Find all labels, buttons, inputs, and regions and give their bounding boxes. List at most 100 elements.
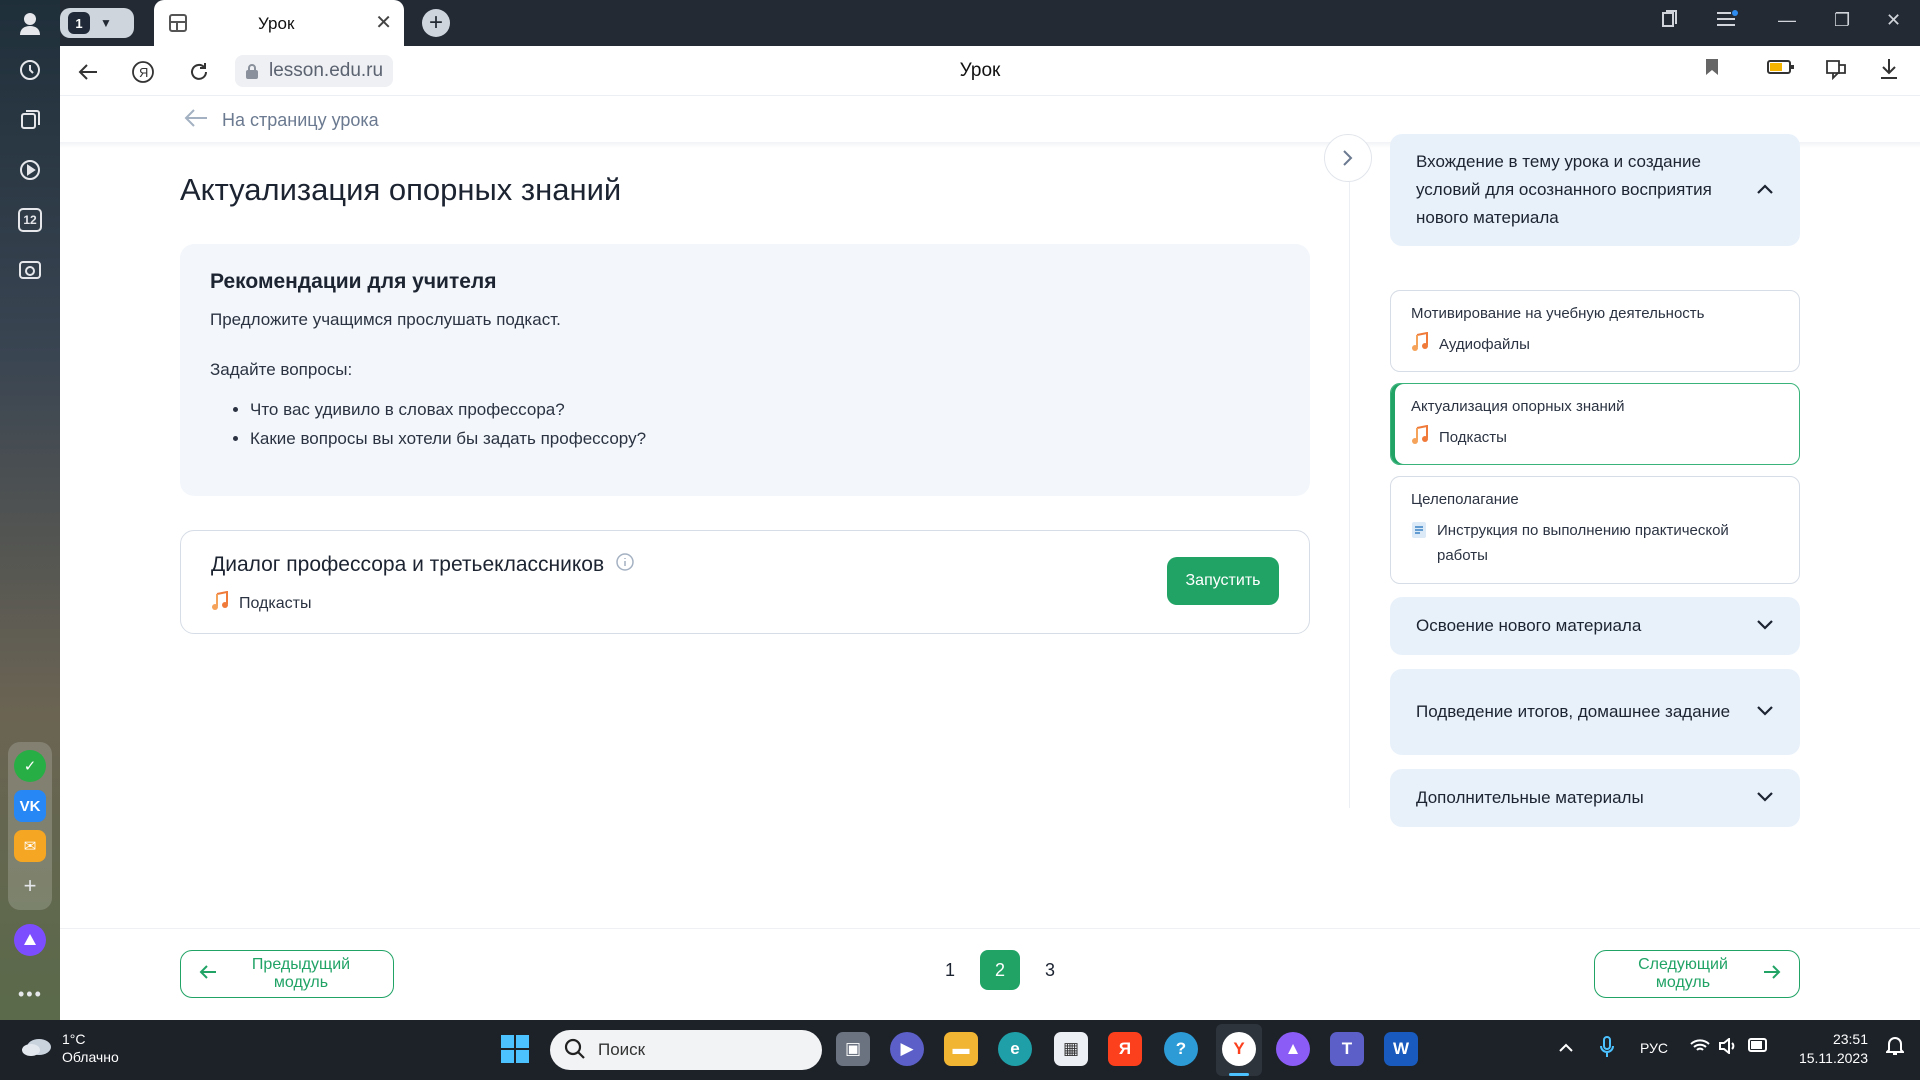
window-close-icon[interactable]: ✕ <box>1886 10 1901 31</box>
list-item: Что вас удивило в словах профессора? <box>250 400 1280 420</box>
prev-module-button[interactable]: Предыдущий модуль <box>180 950 394 998</box>
document-icon <box>1411 521 1427 547</box>
cloud-icon <box>20 1034 54 1062</box>
arrow-left-icon <box>184 108 208 133</box>
run-button[interactable]: Запустить <box>1167 557 1279 605</box>
weather-text: Облачно <box>62 1049 119 1065</box>
alice-taskbar-icon[interactable]: ▲ <box>1276 1032 1310 1066</box>
battery-saver-icon[interactable] <box>1767 58 1795 81</box>
close-icon[interactable]: ✕ <box>375 10 392 35</box>
taskbar-search[interactable]: Поиск <box>550 1030 822 1070</box>
panel-divider <box>1349 182 1350 808</box>
file-explorer-icon[interactable]: ▬ <box>944 1032 978 1066</box>
chevron-up-icon[interactable] <box>1558 1040 1574 1056</box>
tab-active[interactable]: Урок ✕ <box>154 0 404 46</box>
mail-app-icon[interactable]: ✉ <box>14 830 46 862</box>
new-tab-button[interactable]: + <box>422 9 450 37</box>
list-item: Какие вопросы вы хотели бы задать профес… <box>250 429 1280 449</box>
activity-card: Диалог профессора и третьеклассников Под… <box>180 530 1310 634</box>
windows-start-icon[interactable] <box>500 1034 530 1069</box>
questions-list: Что вас удивило в словах профессора? Как… <box>250 400 1280 449</box>
section-label: Освоение нового материала <box>1416 616 1642 635</box>
add-app-icon[interactable]: + <box>14 870 46 902</box>
battery-icon[interactable] <box>1748 1038 1770 1055</box>
chevron-down-icon[interactable] <box>1756 788 1774 808</box>
translate-icon[interactable] <box>1824 58 1848 85</box>
history-icon[interactable] <box>12 52 48 88</box>
minimize-icon[interactable]: — <box>1778 10 1796 31</box>
lesson-plan-item[interactable]: Целеполагание Инструкция по выполнению п… <box>1390 476 1800 584</box>
section-label: Вхождение в тему урока и создание услови… <box>1416 152 1712 227</box>
clock[interactable]: 23:51 15.11.2023 <box>1778 1030 1868 1068</box>
item-title: Актуализация опорных знаний <box>1411 398 1625 415</box>
teams-icon[interactable]: T <box>1330 1032 1364 1066</box>
lesson-plan-section-3[interactable]: Подведение итогов, домашнее задание <box>1390 669 1800 755</box>
page-2-current[interactable]: 2 <box>980 950 1020 990</box>
address-bar: Я lesson.edu.ru Урок <box>60 46 1920 96</box>
more-icon[interactable]: ••• <box>18 984 43 1005</box>
music-icon <box>1411 424 1429 453</box>
chevron-down-icon[interactable] <box>1756 702 1774 722</box>
tasks-app-icon[interactable]: ✓ <box>14 750 46 782</box>
word-icon[interactable]: W <box>1384 1032 1418 1066</box>
page-layout-icon <box>168 13 188 38</box>
active-indicator <box>1229 1073 1249 1076</box>
screenshot-icon[interactable] <box>12 252 48 288</box>
page-3[interactable]: 3 <box>1030 950 1070 990</box>
module-title: Актуализация опорных знаний <box>180 172 622 207</box>
calendar-icon[interactable]: 12 <box>12 202 48 238</box>
item-type: Аудиофайлы <box>1439 336 1530 353</box>
microphone-icon[interactable] <box>1600 1036 1614 1061</box>
arrow-right-icon <box>1763 964 1781 985</box>
teacher-recommendations: Рекомендации для учителя Предложите учащ… <box>180 244 1310 496</box>
restore-icon[interactable]: ❐ <box>1834 10 1850 31</box>
activity-type: Подкасты <box>239 594 312 612</box>
page-1[interactable]: 1 <box>930 950 970 990</box>
edge-icon[interactable]: e <box>998 1032 1032 1066</box>
wifi-icon[interactable] <box>1690 1038 1710 1057</box>
date: 15.11.2023 <box>1798 1050 1868 1066</box>
video-icon[interactable] <box>12 152 48 188</box>
lesson-plan-section-2[interactable]: Освоение нового материала <box>1390 597 1800 655</box>
collapse-panel-button[interactable] <box>1324 134 1372 182</box>
download-icon[interactable] <box>1880 58 1898 85</box>
chevron-down-icon: ▼ <box>100 16 112 30</box>
tab-counter[interactable]: 1 ▼ <box>60 8 134 38</box>
lesson-plan-section-4[interactable]: Дополнительные материалы <box>1390 769 1800 827</box>
help-icon[interactable]: ? <box>1164 1032 1198 1066</box>
questions-label: Задайте вопросы: <box>210 360 353 379</box>
menu-icon[interactable] <box>1716 10 1738 33</box>
alice-icon[interactable] <box>14 924 46 956</box>
chevron-down-icon[interactable] <box>1756 616 1774 636</box>
vk-app-icon[interactable]: VK <box>14 790 46 822</box>
profile-icon[interactable] <box>12 6 48 42</box>
language-indicator[interactable]: РУС <box>1640 1040 1668 1056</box>
lesson-plan-item-active[interactable]: Актуализация опорных знаний Подкасты <box>1390 383 1800 465</box>
next-module-button[interactable]: Следующий модуль <box>1594 950 1800 998</box>
notifications-icon[interactable] <box>1884 1036 1906 1059</box>
bookmark-icon[interactable] <box>1705 58 1719 81</box>
store-icon[interactable]: ▦ <box>1054 1032 1088 1066</box>
chevron-up-icon[interactable] <box>1756 180 1774 200</box>
weather-widget[interactable]: 1°C Облачно <box>20 1030 119 1066</box>
item-title: Мотивирование на учебную деятельность <box>1411 305 1705 322</box>
lesson-plan-item[interactable]: Мотивирование на учебную деятельность Ау… <box>1390 290 1800 372</box>
yandex-app-icon[interactable]: Я <box>1108 1032 1142 1066</box>
sidebar-apps: ✓ VK ✉ + <box>8 742 52 910</box>
collections-icon[interactable] <box>12 102 48 138</box>
info-icon[interactable] <box>616 553 634 577</box>
back-to-lesson-link[interactable]: На страницу урока <box>184 108 379 133</box>
lesson-plan-section-1[interactable]: Вхождение в тему урока и создание услови… <box>1390 134 1800 246</box>
tab-title: Урок <box>258 14 295 33</box>
meet-icon[interactable]: ▶ <box>890 1032 924 1066</box>
yandex-browser-icon[interactable]: Y <box>1222 1032 1256 1066</box>
bookmarks-panel-icon[interactable] <box>1660 10 1678 33</box>
item-type: Подкасты <box>1439 429 1507 446</box>
browser-sidebar: 12 ✓ VK ✉ + ••• <box>0 0 60 1020</box>
tab-strip: 1 ▼ Урок ✕ + — ❐ ✕ <box>60 0 1920 46</box>
taskbar: 1°C Облачно Поиск ▣ ▶ ▬ e ▦ Я ? Y ▲ T W … <box>0 1020 1920 1080</box>
pagination: 1 2 3 <box>930 950 1070 990</box>
task-view-icon[interactable]: ▣ <box>836 1032 870 1066</box>
music-icon <box>211 590 229 616</box>
volume-icon[interactable] <box>1718 1036 1738 1057</box>
